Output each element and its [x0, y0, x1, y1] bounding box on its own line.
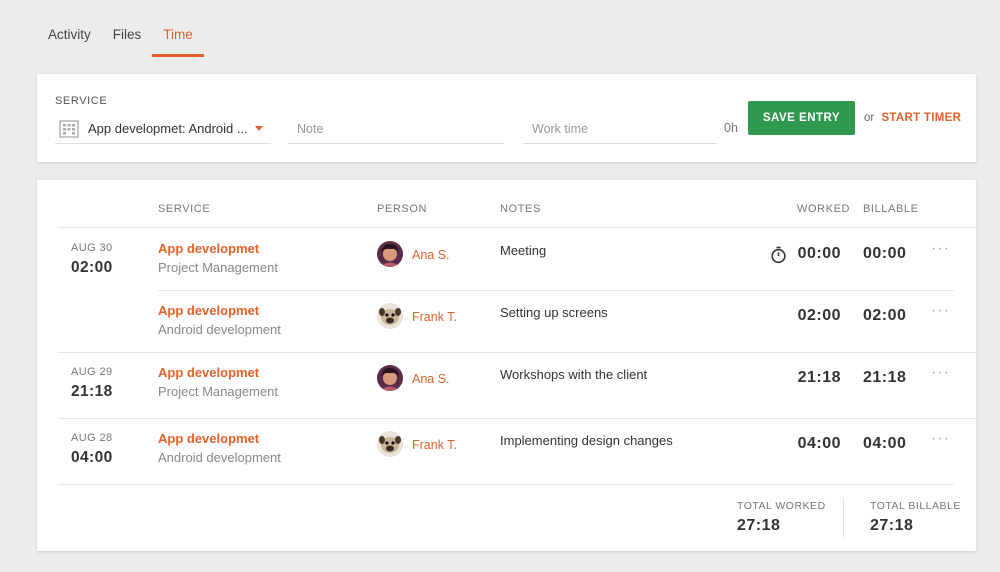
header-notes: NOTES [500, 203, 541, 215]
header-billable: BILLABLE [863, 203, 919, 215]
table-row[interactable]: AUG 29 21:18 App developmet Project Mana… [37, 352, 976, 418]
avatar-ana [377, 365, 403, 391]
total-billable-value: 27:18 [870, 517, 914, 534]
header-person: PERSON [377, 203, 428, 215]
time-entry-form: SERVICE App developmet: Android ... 0h S… [37, 74, 976, 162]
building-icon [59, 119, 79, 138]
table-row[interactable]: AUG 28 04:00 App developmet Android deve… [37, 418, 976, 484]
service-name-link[interactable]: App developmet [158, 431, 259, 446]
entry-day-total: 21:18 [71, 383, 113, 400]
worked-time: 21:18 [797, 369, 841, 386]
tab-files[interactable]: Files [102, 0, 153, 57]
avatar-frank [377, 303, 403, 329]
service-name-link[interactable]: App developmet [158, 241, 259, 256]
tab-activity[interactable]: Activity [37, 0, 102, 57]
entry-note: Workshops with the client [500, 367, 648, 382]
billable-time: 21:18 [863, 369, 907, 386]
service-select-value: App developmet: Android ... [88, 121, 248, 136]
service-label: SERVICE [55, 95, 108, 107]
header-worked: WORKED [797, 203, 851, 215]
hours-total: 0h [724, 121, 738, 135]
person-name-link[interactable]: Ana S. [412, 248, 450, 262]
total-worked-label: TOTAL WORKED [737, 500, 826, 512]
more-horizontal-icon[interactable]: ··· [931, 240, 950, 258]
save-entry-button[interactable]: SAVE ENTRY [748, 101, 855, 135]
entry-note: Meeting [500, 243, 547, 258]
billable-time: 02:00 [863, 307, 907, 324]
person-name-link[interactable]: Frank T. [412, 438, 457, 452]
divider [58, 484, 954, 485]
tab-bar: Activity Files Time [37, 0, 204, 58]
entry-date: AUG 30 [71, 242, 113, 254]
service-name-link[interactable]: App developmet [158, 365, 259, 380]
start-timer-group: or START TIMER [864, 112, 961, 124]
worked-time: 02:00 [797, 307, 841, 324]
service-type: Project Management [158, 384, 278, 399]
service-type: Android development [158, 450, 281, 465]
service-name-link[interactable]: App developmet [158, 303, 259, 318]
person-name-link[interactable]: Ana S. [412, 372, 450, 386]
entry-date: AUG 28 [71, 432, 113, 444]
more-horizontal-icon[interactable]: ··· [931, 302, 950, 320]
more-horizontal-icon[interactable]: ··· [931, 364, 950, 382]
entry-note: Setting up screens [500, 305, 608, 320]
more-horizontal-icon[interactable]: ··· [931, 430, 950, 448]
service-type: Android development [158, 322, 281, 337]
service-type: Project Management [158, 260, 278, 275]
entry-date: AUG 29 [71, 366, 113, 378]
worked-time: 00:00 [797, 245, 841, 262]
caret-down-icon [254, 126, 263, 131]
note-input[interactable] [288, 114, 504, 144]
table-row[interactable]: App developmet Android development Frank… [37, 290, 976, 352]
entry-note: Implementing design changes [500, 433, 673, 448]
total-billable-label: TOTAL BILLABLE [870, 500, 961, 512]
service-select[interactable]: App developmet: Android ... [55, 114, 271, 144]
totals-separator [843, 498, 844, 538]
start-timer-link[interactable]: START TIMER [881, 112, 961, 124]
table-row[interactable]: AUG 30 02:00 App developmet Project Mana… [37, 228, 976, 290]
avatar-ana [377, 241, 403, 267]
tab-time[interactable]: Time [152, 0, 204, 57]
time-entries-table: SERVICE PERSON NOTES WORKED BILLABLE AUG… [37, 180, 976, 551]
entry-day-total: 04:00 [71, 449, 113, 466]
avatar-frank [377, 431, 403, 457]
worked-time: 04:00 [797, 435, 841, 452]
person-name-link[interactable]: Frank T. [412, 310, 457, 324]
total-worked-value: 27:18 [737, 517, 781, 534]
header-service: SERVICE [158, 203, 211, 215]
billable-time: 04:00 [863, 435, 907, 452]
stopwatch-icon[interactable] [770, 246, 787, 264]
work-time-input[interactable] [523, 114, 717, 144]
billable-time: 00:00 [863, 245, 907, 262]
entry-day-total: 02:00 [71, 259, 113, 276]
or-text: or [864, 112, 875, 124]
